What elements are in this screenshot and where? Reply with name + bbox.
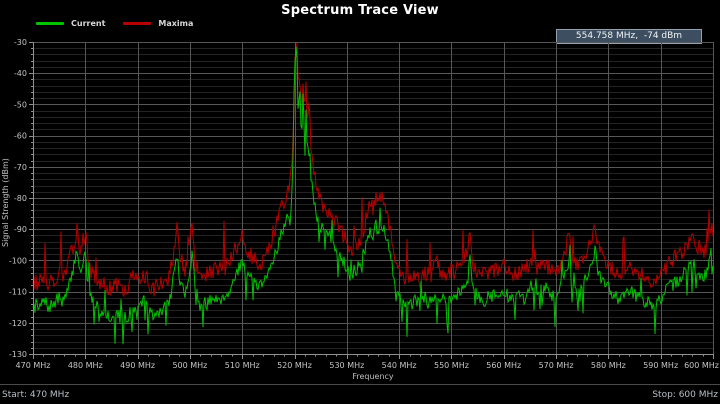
- x-tick-label: 590 MHz: [643, 361, 678, 370]
- x-tick-label: 510 MHz: [225, 361, 260, 370]
- x-tick-label: 580 MHz: [591, 361, 626, 370]
- x-tick-label: 470 MHz: [16, 361, 51, 370]
- y-tick-label: -40: [14, 69, 27, 78]
- x-tick-label: 600 MHz: [684, 361, 719, 370]
- y-tick-label: -60: [14, 132, 27, 141]
- stop-frequency-label: Stop: 600 MHz: [652, 390, 718, 400]
- y-tick-label: -90: [14, 225, 27, 234]
- y-tick-label: -50: [14, 100, 27, 109]
- y-axis-title: Signal Strength (dBm): [1, 118, 13, 288]
- x-tick-label: 560 MHz: [486, 361, 521, 370]
- axes: [29, 42, 714, 359]
- y-tick-label: -130: [9, 350, 27, 359]
- y-tick-label: -30: [14, 38, 27, 47]
- start-frequency-label: Start: 470 MHz: [2, 390, 69, 400]
- x-tick-label: 520 MHz: [277, 361, 312, 370]
- spectrum-trace-window: Spectrum Trace View Current Maxima 554.7…: [0, 0, 720, 404]
- x-tick-label: 570 MHz: [539, 361, 574, 370]
- traces: [33, 43, 713, 344]
- y-tick-label: -120: [9, 319, 27, 328]
- trace-maxima: [33, 43, 713, 297]
- status-bar: Start: 470 MHz Stop: 600 MHz: [0, 384, 720, 404]
- y-tick-label: -70: [14, 163, 27, 172]
- x-tick-label: 550 MHz: [434, 361, 469, 370]
- x-tick-label: 490 MHz: [120, 361, 155, 370]
- trace-current: [33, 47, 713, 344]
- x-axis-title: Frequency: [33, 372, 713, 381]
- x-tick-label: 530 MHz: [329, 361, 364, 370]
- y-tick-label: -80: [14, 194, 27, 203]
- y-tick-label: -110: [9, 288, 27, 297]
- x-tick-label: 500 MHz: [172, 361, 207, 370]
- x-tick-label: 540 MHz: [382, 361, 417, 370]
- x-tick-label: 480 MHz: [68, 361, 103, 370]
- spectrum-plot[interactable]: -30-40-50-60-70-80-90-100-110-120-130470…: [0, 0, 720, 404]
